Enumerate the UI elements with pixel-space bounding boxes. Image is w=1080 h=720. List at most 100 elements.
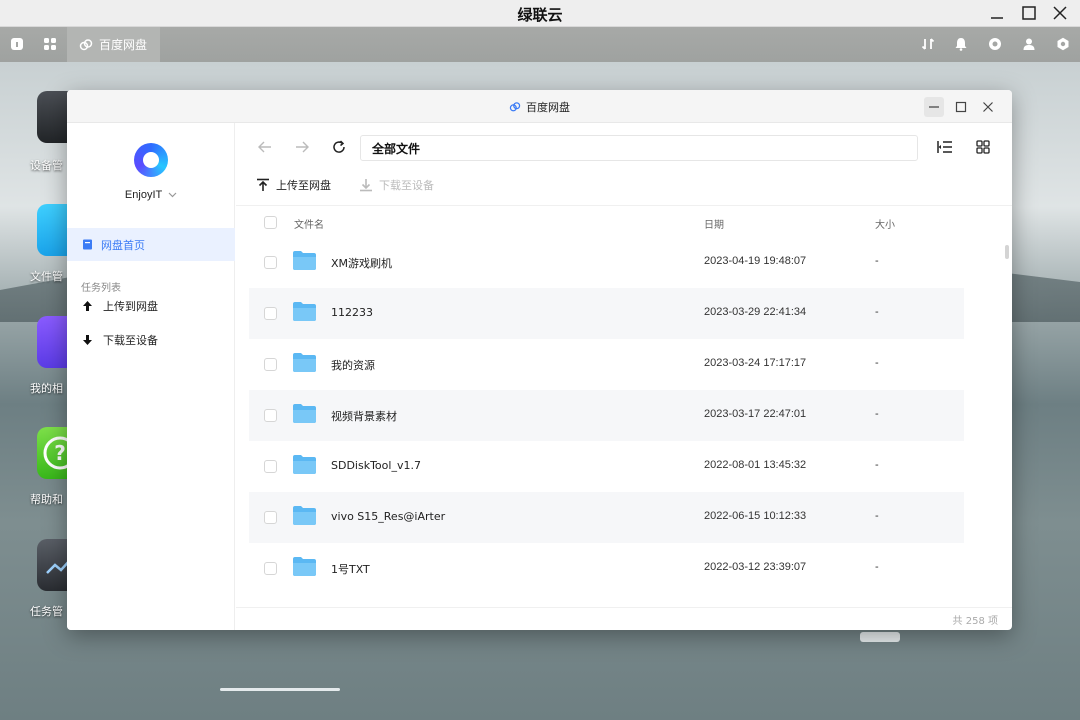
window-close-button[interactable] xyxy=(978,97,998,117)
maximize-button[interactable] xyxy=(1018,3,1040,23)
window-titlebar: 百度网盘 xyxy=(67,90,1012,123)
row-checkbox[interactable] xyxy=(264,562,277,575)
download-icon xyxy=(360,179,372,192)
document-icon xyxy=(83,239,92,250)
settings-icon[interactable] xyxy=(1055,36,1071,52)
window-minimize-button[interactable] xyxy=(924,97,944,117)
apps-grid-icon[interactable] xyxy=(42,36,58,52)
folder-icon xyxy=(293,506,316,525)
row-checkbox[interactable] xyxy=(264,409,277,422)
path-breadcrumb[interactable]: 全部文件 xyxy=(360,135,918,161)
file-name: XM游戏刷机 xyxy=(331,257,393,270)
maximize-icon xyxy=(1022,6,1036,20)
wallpaper-wake xyxy=(220,688,340,691)
upload-label: 上传至网盘 xyxy=(276,179,331,192)
bell-icon[interactable] xyxy=(953,36,969,52)
list-view-icon xyxy=(937,141,952,153)
row-checkbox[interactable] xyxy=(264,307,277,320)
sidebar-item-download[interactable]: 下载至设备 xyxy=(67,326,235,354)
file-date: 2022-06-15 10:12:33 xyxy=(704,510,807,522)
user-icon[interactable] xyxy=(1021,36,1037,52)
upload-to-cloud-button[interactable]: 上传至网盘 xyxy=(256,177,331,193)
folder-icon xyxy=(293,302,316,321)
desktop-icon-label: 设备管 xyxy=(30,159,63,172)
refresh-button[interactable] xyxy=(329,137,349,157)
file-name: 视频背景素材 xyxy=(331,410,397,423)
baidu-netdisk-logo xyxy=(134,143,168,177)
sidebar: EnjoyIT 网盘首页 任务列表 上传到网盘 下载至设备 xyxy=(67,123,235,630)
baidu-cloud-icon xyxy=(509,102,521,112)
list-view-button[interactable] xyxy=(935,137,955,157)
home-icon[interactable] xyxy=(9,36,25,52)
file-date: 2023-03-24 17:17:17 xyxy=(704,357,807,369)
table-row[interactable]: SDDiskTool_v1.7 2022-08-01 13:45:32 - xyxy=(249,441,964,492)
taskbar: 百度网盘 xyxy=(0,27,1080,62)
file-name: 1号TXT xyxy=(331,563,370,576)
desktop-icon-label: 文件管 xyxy=(30,270,63,283)
item-count: 共 258 项 xyxy=(952,616,998,627)
folder-icon xyxy=(293,557,316,576)
back-button[interactable] xyxy=(255,137,275,157)
app-titlebar: 绿联云 xyxy=(0,0,1080,27)
minimize-icon xyxy=(929,106,939,108)
table-row[interactable]: 1号TXT 2022-03-12 23:39:07 - xyxy=(249,543,964,594)
table-row[interactable]: 我的资源 2023-03-24 17:17:17 - xyxy=(249,339,964,390)
cloud-sync-icon[interactable] xyxy=(987,36,1003,52)
column-header-date[interactable]: 日期 xyxy=(704,216,724,231)
file-name: 112233 xyxy=(331,306,373,319)
table-row[interactable]: vivo S15_Res@iArter 2022-06-15 10:12:33 … xyxy=(249,492,964,543)
file-date: 2023-04-19 19:48:07 xyxy=(704,255,807,267)
desktop-icon-label: 我的相 xyxy=(30,382,63,395)
file-name: vivo S15_Res@iArter xyxy=(331,510,446,523)
sidebar-item-upload[interactable]: 上传到网盘 xyxy=(67,292,235,320)
file-size: - xyxy=(875,459,879,471)
app-title: 绿联云 xyxy=(517,6,563,24)
table-row[interactable]: 112233 2023-03-29 22:41:34 - xyxy=(249,288,964,339)
forward-button[interactable] xyxy=(292,137,312,157)
close-button[interactable] xyxy=(1049,3,1071,23)
row-checkbox[interactable] xyxy=(264,256,277,269)
file-size: - xyxy=(875,357,879,369)
file-size: - xyxy=(875,561,879,573)
main-content: 全部文件 上传至网盘 下载至设备 文件名 日期 大小 XM游戏刷机 2023-0… xyxy=(236,123,1012,630)
user-menu[interactable]: EnjoyIT xyxy=(67,189,235,201)
close-icon xyxy=(1053,6,1067,20)
sidebar-item-home[interactable]: 网盘首页 xyxy=(67,228,235,261)
grid-view-icon xyxy=(976,140,990,154)
close-icon xyxy=(983,102,993,112)
row-checkbox[interactable] xyxy=(264,358,277,371)
table-row[interactable]: 视频背景素材 2023-03-17 22:47:01 - xyxy=(249,390,964,441)
desktop-icon-label: 帮助和 xyxy=(30,493,63,506)
grid-view-button[interactable] xyxy=(973,137,993,157)
arrow-left-icon xyxy=(258,141,271,153)
column-header-name[interactable]: 文件名 xyxy=(294,216,324,231)
desktop-icon-label: 任务管 xyxy=(30,605,63,618)
file-size: - xyxy=(875,255,879,267)
status-bar xyxy=(236,607,1012,630)
folder-icon xyxy=(293,455,316,474)
taskbar-tab-label: 百度网盘 xyxy=(99,38,148,52)
folder-icon xyxy=(293,404,316,423)
svg-text:?: ? xyxy=(54,441,66,465)
file-date: 2022-08-01 13:45:32 xyxy=(704,459,807,471)
scrollbar-thumb[interactable] xyxy=(1005,245,1009,259)
refresh-icon xyxy=(333,140,345,153)
baidu-cloud-icon xyxy=(79,38,93,50)
path-label: 全部文件 xyxy=(372,141,421,156)
column-header-size[interactable]: 大小 xyxy=(875,216,895,231)
file-date: 2022-03-12 23:39:07 xyxy=(704,561,807,573)
window-maximize-button[interactable] xyxy=(951,97,971,117)
transfer-icon[interactable] xyxy=(920,36,936,52)
download-to-device-button[interactable]: 下载至设备 xyxy=(359,177,434,193)
file-name: SDDiskTool_v1.7 xyxy=(331,459,421,472)
file-list: XM游戏刷机 2023-04-19 19:48:07 - 112233 2023… xyxy=(249,237,964,594)
taskbar-tab-baidu[interactable]: 百度网盘 xyxy=(67,27,160,62)
row-checkbox[interactable] xyxy=(264,511,277,524)
wallpaper-boat xyxy=(860,632,900,642)
row-checkbox[interactable] xyxy=(264,460,277,473)
minimize-button[interactable] xyxy=(986,3,1008,23)
select-all-checkbox[interactable] xyxy=(264,216,277,229)
table-row[interactable]: XM游戏刷机 2023-04-19 19:48:07 - xyxy=(249,237,964,288)
window-title: 百度网盘 xyxy=(526,101,570,114)
baidu-netdisk-window: 百度网盘 EnjoyIT 网盘首页 任务列表 上传到网盘 下载至设备 全部文件 … xyxy=(67,90,1012,630)
